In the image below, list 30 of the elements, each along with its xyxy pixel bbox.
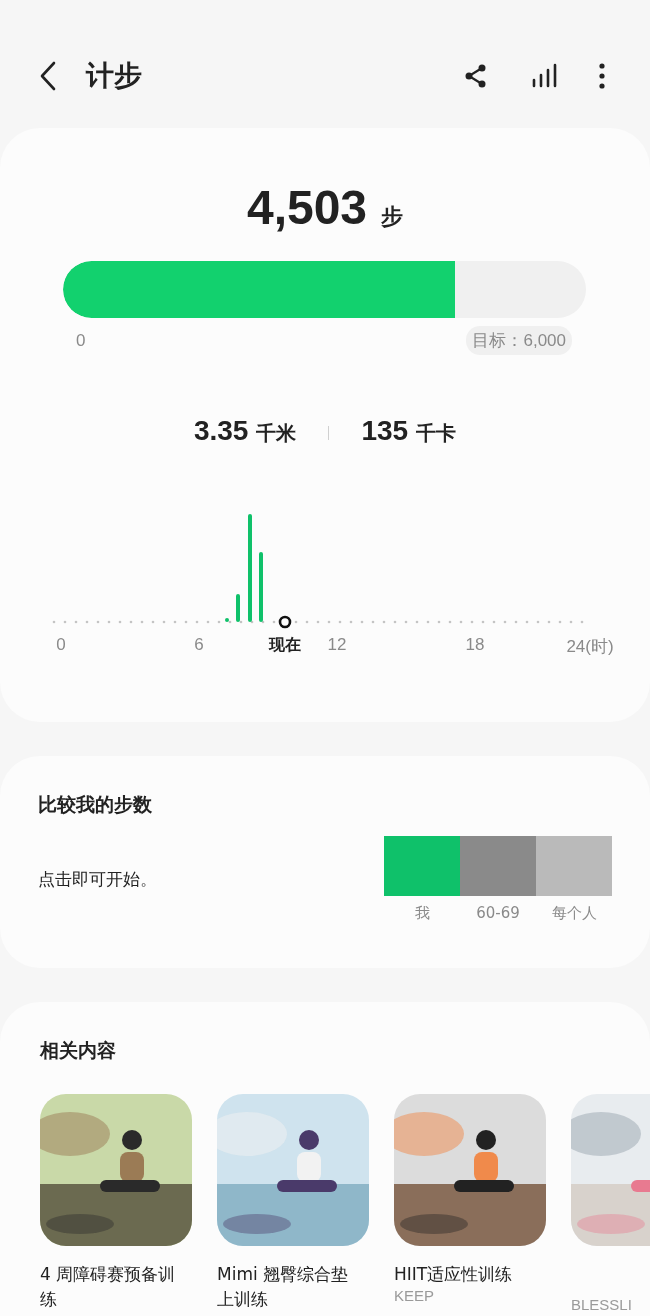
min-label: 0 [76,330,86,351]
content-title[interactable]: Mimi 翘臀综合垫上训练 [217,1262,369,1312]
axis-label: 18 [465,635,485,655]
step-unit: 步 [381,203,404,231]
goal-badge: 目标：6,000 [466,326,572,355]
segment-label: 我 [414,904,430,923]
content-source: BLESSLI [571,1296,633,1313]
distance-value: 3.35 [193,415,249,447]
section-title: 比较我的步数 [38,792,153,817]
axis-label: 6 [194,635,204,655]
page-title: 计步 [86,58,142,94]
segment-label: 60-69 [476,904,520,922]
content-title[interactable]: 4 周障碍赛预备训练 [40,1262,192,1312]
segment-label: 每个人 [551,904,597,923]
back-icon[interactable] [38,60,58,92]
axis-label: 12 [327,635,347,655]
compare-prompt[interactable]: 点击即可开始。 [38,868,157,891]
axis-label: 24(时) [566,636,614,658]
now-marker-icon [278,615,292,629]
content-title[interactable]: HIIT适应性训练 [394,1262,546,1287]
more-icon[interactable] [598,62,606,90]
step-count: 4,503 [246,180,368,235]
distance-unit: 千米 [256,420,297,447]
bar-chart-icon[interactable] [530,62,558,90]
calories-unit: 千卡 [416,420,457,447]
axis-label: 现在 [269,635,301,655]
calories-value: 135 [361,415,409,447]
content-source: KEEP [394,1287,436,1304]
axis-label: 0 [56,635,66,655]
section-title: 相关内容 [40,1038,117,1063]
